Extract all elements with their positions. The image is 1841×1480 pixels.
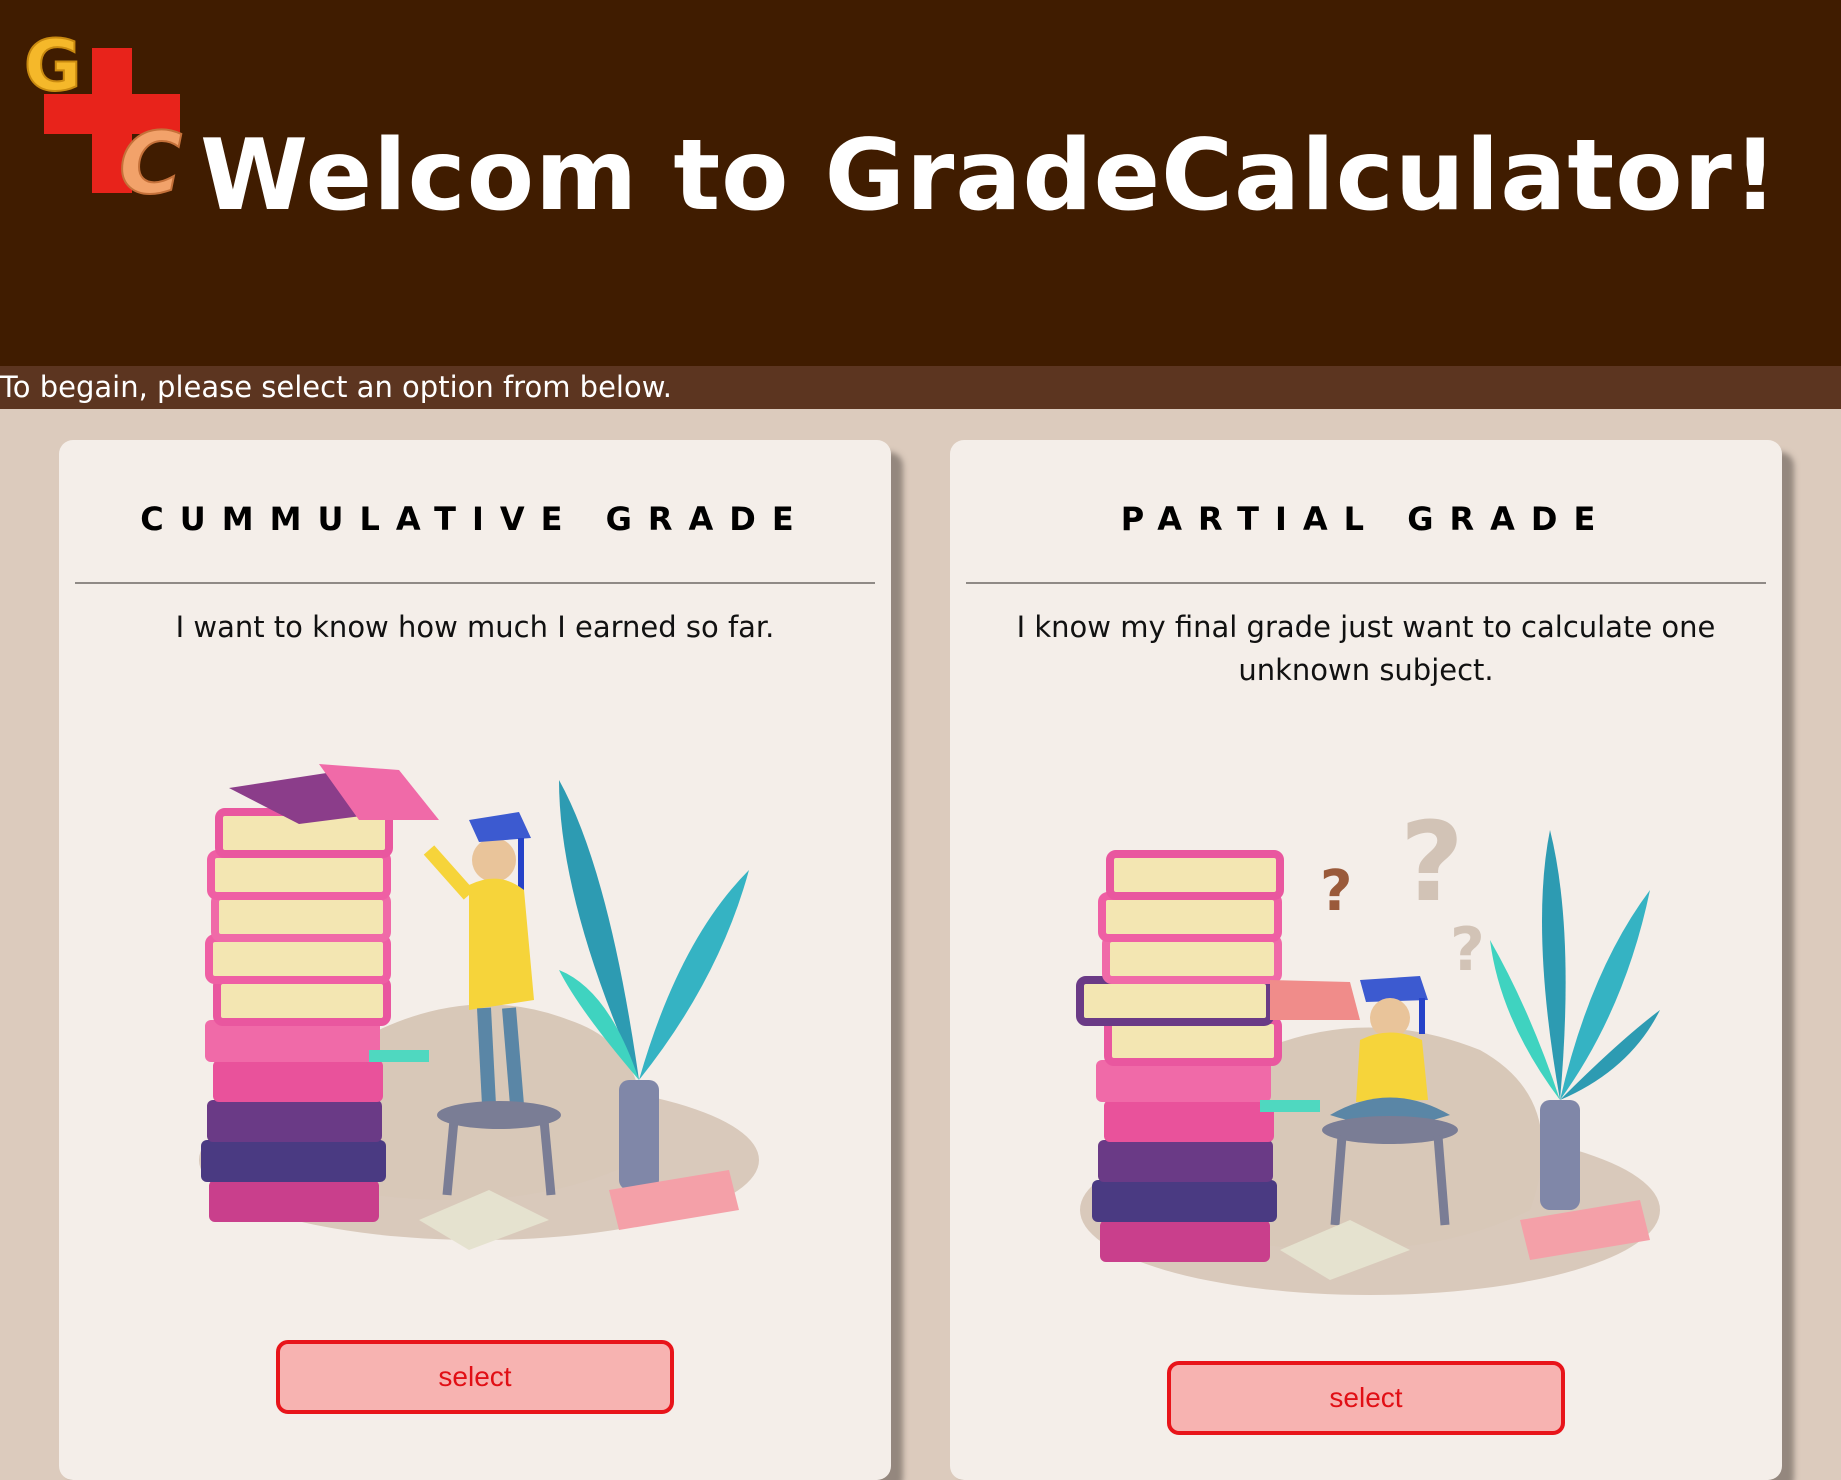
cumulative-grade-card: CUMMULATIVE GRADE I want to know how muc…	[59, 440, 891, 1480]
card-title: CUMMULATIVE GRADE	[140, 500, 810, 538]
select-cumulative-button[interactable]: select	[276, 1340, 674, 1414]
svg-text:G: G	[24, 28, 81, 107]
card-title: PARTIAL GRADE	[1120, 500, 1612, 538]
partial-grade-card: PARTIAL GRADE I know my final grade just…	[950, 440, 1782, 1480]
select-partial-button[interactable]: select	[1167, 1361, 1565, 1435]
header: G C Welcom to GradeCalculator!	[0, 0, 1841, 366]
card-divider	[966, 582, 1766, 584]
svg-text:C: C	[119, 114, 182, 208]
student-on-stool-illustration	[199, 764, 759, 1250]
svg-text:?: ?	[1450, 915, 1485, 985]
svg-text:?: ?	[1320, 859, 1352, 924]
svg-text:?: ?	[1400, 798, 1464, 926]
instruction-text: To begain, please select an option from …	[0, 370, 672, 404]
card-description: I want to know how much I earned so far.	[175, 610, 775, 644]
student-sitting-illustration: ? ? ?	[1076, 798, 1660, 1295]
card-divider	[75, 582, 875, 584]
gradecalculator-logo: G C	[24, 28, 183, 208]
page-title: Welcom to GradeCalculator!	[200, 119, 1779, 233]
card-description: I know my final grade just want to calcu…	[1016, 610, 1716, 687]
